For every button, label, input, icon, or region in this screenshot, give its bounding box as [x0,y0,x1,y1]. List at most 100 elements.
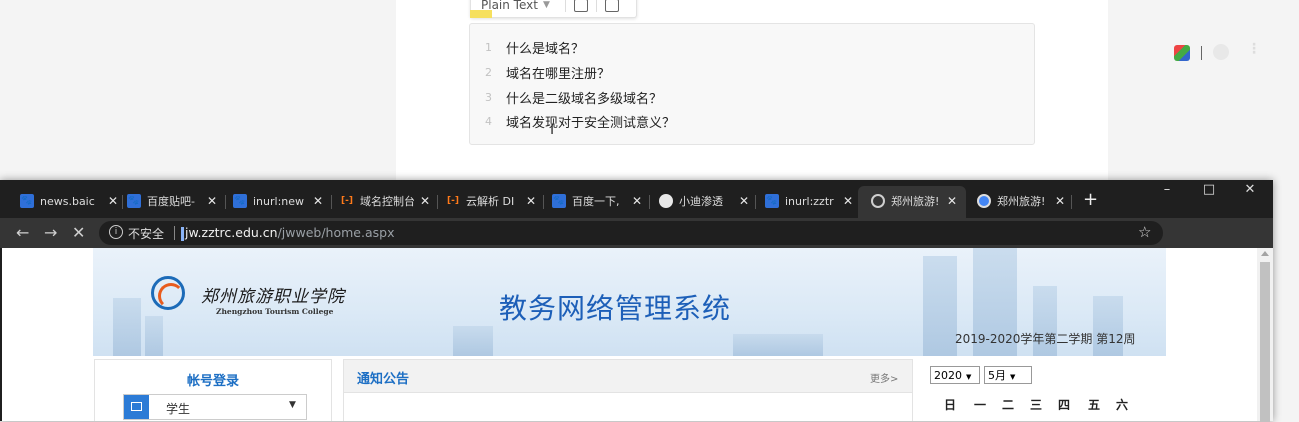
paw-icon: 🐾 [20,194,34,208]
chevron-down-icon: ▼ [289,400,296,410]
id-card-icon [124,395,149,419]
delete-icon[interactable] [605,0,619,12]
address-bar[interactable]: i 不安全 jw.zztrc.edu.cn/jwweb/home.aspx ☆ [99,221,1163,245]
college-logo-icon [151,276,185,310]
security-label[interactable]: 不安全 [128,225,164,242]
tab-divider [437,195,438,209]
browser-tab[interactable]: 🐾 news.baic ✕ [20,190,120,212]
aliyun-icon: [-] [341,196,353,206]
role-select[interactable]: 学生 ▼ [123,394,307,420]
tab-title: 云解析 DI [466,195,515,208]
close-tab-icon[interactable]: ✕ [630,194,644,208]
code-line-text: 域名发现对于安全测试意义？ [506,115,676,131]
college-name-cn: 郑州旅游职业学院 [201,287,345,307]
term-info: 2019-2020学年第二学期 第12周 [955,332,1136,346]
info-icon[interactable]: i [109,225,123,239]
chevron-down-icon[interactable]: ▼ [543,0,557,10]
weekday-header: 一 [973,398,986,412]
browser-tab[interactable]: [-] 域名控制台 ✕ [340,190,432,212]
weekday-header: 日 [943,398,956,412]
weekday-header: 二 [1001,398,1014,412]
tab-title: 郑州旅游! [997,195,1046,208]
bookmark-star-icon[interactable]: ☆ [1138,223,1151,241]
tab-title: 百度贴吧- [147,195,195,208]
toolbar-divider [1201,46,1202,60]
site-title: 教务网络管理系统 [499,292,732,325]
chrome-icon [977,194,991,208]
close-tab-icon[interactable]: ✕ [418,194,432,208]
browser-tab[interactable]: [-] 云解析 DI ✕ [446,190,538,212]
tab-divider [543,195,544,209]
close-tab-icon[interactable]: ✕ [1053,194,1067,208]
browser-tab-active[interactable]: 郑州旅游! ✕ [871,190,959,212]
browser-tab[interactable]: 🐾 inurl:new ✕ [233,190,325,212]
extension-icon[interactable] [1174,45,1190,61]
chevron-down-icon: ▼ [1010,373,1016,381]
skyline-decoration [733,334,823,356]
menu-dots-icon[interactable]: ⋮ [1247,41,1261,57]
year-value: 2020 [934,369,962,382]
scroll-up-arrow-icon[interactable] [1261,251,1269,256]
close-tab-icon[interactable]: ✕ [945,194,959,208]
notice-more-link[interactable]: 更多> [870,370,898,385]
close-tab-icon[interactable]: ✕ [524,194,538,208]
close-tab-icon[interactable]: ✕ [841,194,855,208]
tab-title: inurl:new [253,194,305,208]
url-text[interactable]: jw.zztrc.edu.cn/jwweb/home.aspx [181,225,394,241]
scrollbar-thumb[interactable] [1260,262,1270,422]
close-tab-icon[interactable]: ✕ [106,194,120,208]
text-cursor [181,226,184,241]
tab-strip: 🐾 news.baic ✕ 🐾 百度贴吧- ✕ 🐾 inurl:new ✕ [-… [0,180,1273,218]
month-select[interactable]: 5月 ▼ [984,366,1032,384]
maximize-button[interactable]: □ [1189,182,1229,197]
code-line[interactable]: 4 域名发现对于安全测试意义？ [470,110,675,132]
site-banner: 郑州旅游职业学院 Zhengzhou Tourism College 教务网络管… [93,248,1166,356]
paw-icon: 🐾 [552,194,566,208]
forward-arrow-icon[interactable]: → [44,222,57,244]
notice-panel: 通知公告 更多> [343,359,913,421]
line-number: 3 [485,90,492,104]
code-line-text: 什么是二级域名多级域名？ [506,91,663,107]
close-tab-icon[interactable]: ✕ [205,194,219,208]
college-name-en: Zhengzhou Tourism College [216,307,334,316]
code-line[interactable]: 2 域名在哪里注册？ [470,61,610,83]
browser-toolbar: ← → ✕ i 不安全 jw.zztrc.edu.cn/jwweb/home.a… [0,218,1273,248]
globe-icon [659,194,673,208]
loading-icon [871,194,885,208]
code-block-toolbar: Plain Text ▼ [470,0,637,18]
code-line-text: 什么是域名？ [506,41,585,57]
paw-icon: 🐾 [233,194,247,208]
url-host: jw.zztrc.edu.cn [185,225,278,240]
calendar-widget: 2020 ▼ 5月 ▼ 日 一 二 三 四 五 六 [928,366,1140,421]
browser-tab[interactable]: 郑州旅游! ✕ [977,190,1067,212]
month-value: 5月 [988,369,1006,382]
code-line[interactable]: 3 什么是二级域名多级域名？ [470,86,662,108]
notice-title: 通知公告 [357,372,410,387]
browser-tab[interactable]: 小迪渗透 ✕ [659,190,751,212]
new-tab-button[interactable]: + [1083,189,1098,211]
close-tab-icon[interactable]: ✕ [311,194,325,208]
vertical-scrollbar[interactable] [1257,248,1273,422]
toolbar-divider [596,0,597,12]
login-title: 帐号登录 [186,374,239,389]
toolbar-divider [565,0,566,12]
profile-avatar-icon[interactable] [1213,44,1229,60]
minimize-button[interactable]: – [1147,182,1187,197]
tab-title: 百度一下, [572,195,620,208]
code-line[interactable]: 1 什么是域名？ [470,36,584,58]
close-tab-icon[interactable]: ✕ [737,194,751,208]
browser-tab[interactable]: 🐾 inurl:zztr ✕ [765,190,855,212]
highlight-mark [470,10,492,18]
close-window-button[interactable]: ✕ [1230,182,1270,197]
copy-icon[interactable] [574,0,588,12]
line-number: 4 [485,114,492,128]
weekday-header: 四 [1057,398,1070,412]
tab-title: 小迪渗透 [679,195,723,208]
stop-loading-icon[interactable]: ✕ [72,222,85,244]
back-arrow-icon[interactable]: ← [16,222,29,244]
tab-title: 域名控制台 [360,195,414,208]
paw-icon: 🐾 [765,194,779,208]
browser-tab[interactable]: 🐾 百度一下, ✕ [552,190,644,212]
year-select[interactable]: 2020 ▼ [930,366,980,384]
browser-tab[interactable]: 🐾 百度贴吧- ✕ [127,190,219,212]
